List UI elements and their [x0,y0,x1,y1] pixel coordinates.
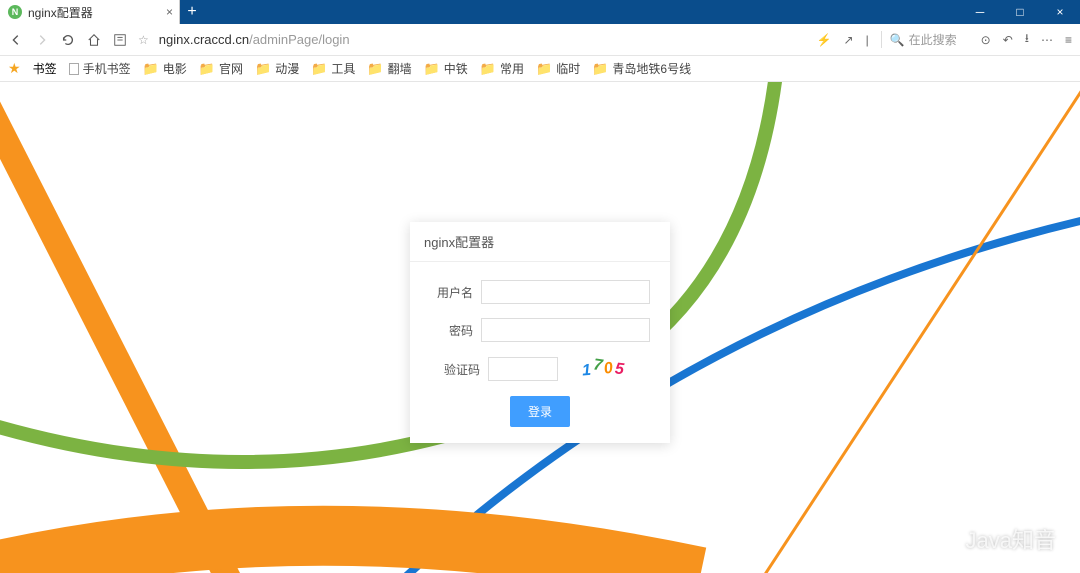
folder-icon: 📁 [592,61,608,77]
bookmark-item[interactable]: 📁常用 [480,60,524,77]
folder-icon: 📁 [143,61,159,77]
folder-icon: 📁 [199,61,215,77]
new-tab-button[interactable]: + [180,0,204,24]
more-icon[interactable]: ⋯ [1041,33,1053,47]
bookmark-item[interactable]: 📁中铁 [424,60,468,77]
browser-chrome: N nginx配置器 × + ─ □ × ☆ nginx.craccd.cn/a… [0,0,1080,82]
username-label: 用户名 [430,284,473,301]
url-host: nginx.craccd.cn [159,32,249,47]
url-display[interactable]: nginx.craccd.cn/adminPage/login [159,32,350,47]
search-input[interactable]: 在此搜索 [909,31,969,48]
folder-icon: 📁 [255,61,271,77]
password-label: 密码 [430,322,473,339]
reader-button[interactable] [112,32,128,48]
bookmark-item[interactable]: 📁临时 [536,60,580,77]
bookmark-item[interactable]: 📁青岛地铁6号线 [592,60,691,77]
folder-icon: 📁 [536,61,552,77]
menu-icon[interactable]: ≡ [1065,33,1072,47]
browser-tab[interactable]: N nginx配置器 × [0,0,180,24]
folder-icon: 📁 [480,61,496,77]
login-panel: nginx配置器 用户名 密码 验证码 1705 登录 [410,222,670,443]
login-button[interactable]: 登录 [510,396,570,427]
undo-icon[interactable]: ↶ [1003,33,1013,47]
home-button[interactable] [86,32,102,48]
bookmark-item[interactable]: 📁官网 [199,60,243,77]
wechat-icon [938,528,960,550]
watermark: Java知音 [938,523,1056,555]
captcha-input[interactable] [488,357,558,381]
download-icon[interactable]: ⭳ [1025,29,1029,50]
watermark-text: Java知音 [966,523,1056,555]
lightning-icon[interactable]: ⚡ [817,33,832,47]
address-bar: ☆ nginx.craccd.cn/adminPage/login ⚡ ↗ | … [0,24,1080,56]
forward-button[interactable] [34,32,50,48]
share-icon[interactable]: ↗ [844,33,854,47]
bookmarks-bar: ★ 书签 手机书签 📁电影 📁官网 📁动漫 📁工具 📁翻墙 📁中铁 📁常用 📁临… [0,56,1080,82]
bookmark-item[interactable]: 📁动漫 [255,60,299,77]
captcha-label: 验证码 [430,361,480,378]
page-viewport: nginx配置器 用户名 密码 验证码 1705 登录 Java知音 [0,82,1080,573]
separator: | [866,33,869,47]
username-input[interactable] [481,280,650,304]
refresh-button[interactable] [60,32,76,48]
login-title: nginx配置器 [410,222,670,262]
bookmark-star-icon[interactable]: ☆ [138,33,149,47]
maximize-button[interactable]: □ [1000,0,1040,24]
tab-bar: N nginx配置器 × + ─ □ × [0,0,1080,24]
window-controls: ─ □ × [960,0,1080,24]
page-icon [69,63,79,75]
folder-icon: 📁 [424,61,440,77]
tab-title: nginx配置器 [28,4,93,21]
zoom-icon[interactable]: ⊙ [981,33,991,47]
folder-icon: 📁 [367,61,383,77]
bookmarks-label: 书签 [33,60,57,77]
captcha-image[interactable]: 1705 [564,356,644,382]
url-path: /adminPage/login [249,32,349,47]
back-button[interactable] [8,32,24,48]
favicon: N [8,5,22,19]
folder-icon: 📁 [311,61,327,77]
close-window-button[interactable]: × [1040,0,1080,24]
bookmark-item[interactable]: 手机书签 [69,60,131,77]
bookmark-item[interactable]: 📁翻墙 [367,60,411,77]
minimize-button[interactable]: ─ [960,0,1000,24]
password-input[interactable] [481,318,650,342]
bookmark-star-icon[interactable]: ★ [8,60,21,77]
bookmark-item[interactable]: 📁电影 [143,60,187,77]
bookmark-item[interactable]: 📁工具 [311,60,355,77]
toolbar-right: ⚡ ↗ | 🔍 在此搜索 ⊙ ↶ ⭳ ⋯ ≡ [817,29,1072,50]
close-icon[interactable]: × [166,5,173,19]
search-engine-icon[interactable]: 🔍 [890,33,905,47]
